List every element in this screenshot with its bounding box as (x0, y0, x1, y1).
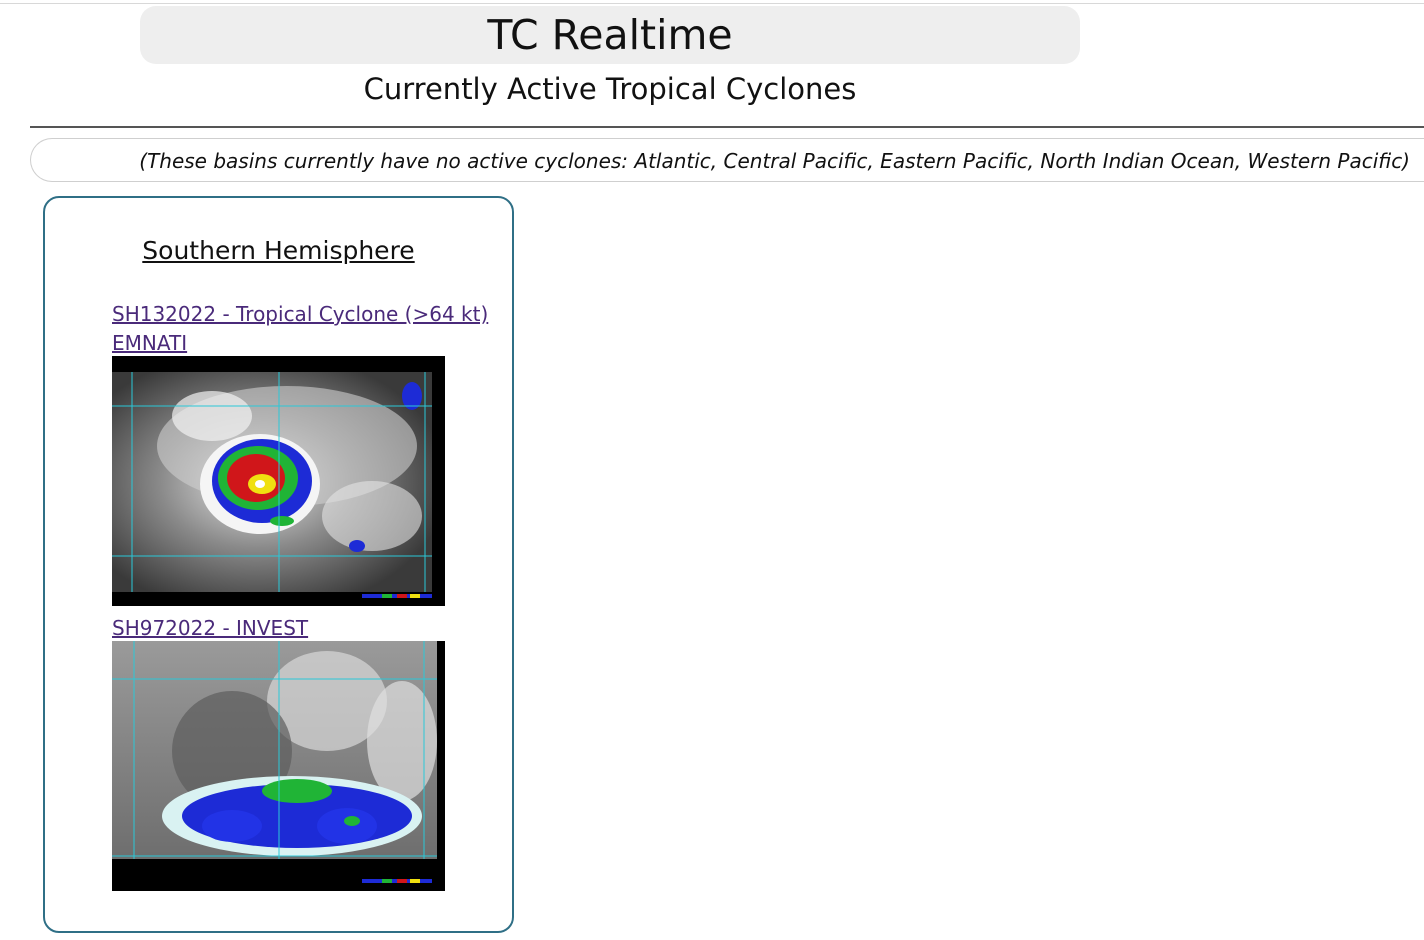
storm-link-sh132022[interactable]: SH132022 - Tropical Cyclone (>64 kt) EMN… (112, 300, 492, 358)
storm-link-line1: SH972022 - INVEST (112, 616, 309, 640)
title-banner: TC Realtime (140, 6, 1080, 64)
page-subtitle: Currently Active Tropical Cyclones (363, 72, 857, 106)
top-divider (0, 3, 1424, 4)
storm-link-line1: SH132022 - Tropical Cyclone (>64 kt) (112, 302, 489, 326)
inactive-basins-text: (These basins currently have no active c… (139, 149, 1410, 173)
inactive-basins-banner: (These basins currently have no active c… (30, 138, 1424, 182)
southern-hemisphere-panel: Southern Hemisphere SH132022 - Tropical … (43, 196, 514, 933)
satellite-ir-icon (112, 641, 445, 891)
panel-title: Southern Hemisphere (142, 236, 415, 265)
storm-link-line2: EMNATI (112, 331, 188, 355)
storm-link-sh972022[interactable]: SH972022 - INVEST (112, 614, 492, 643)
page-title: TC Realtime (487, 11, 733, 59)
header-divider (30, 126, 1424, 128)
satellite-image-sh132022[interactable] (112, 356, 445, 606)
satellite-image-sh972022[interactable] (112, 641, 445, 891)
satellite-ir-icon (112, 372, 445, 606)
